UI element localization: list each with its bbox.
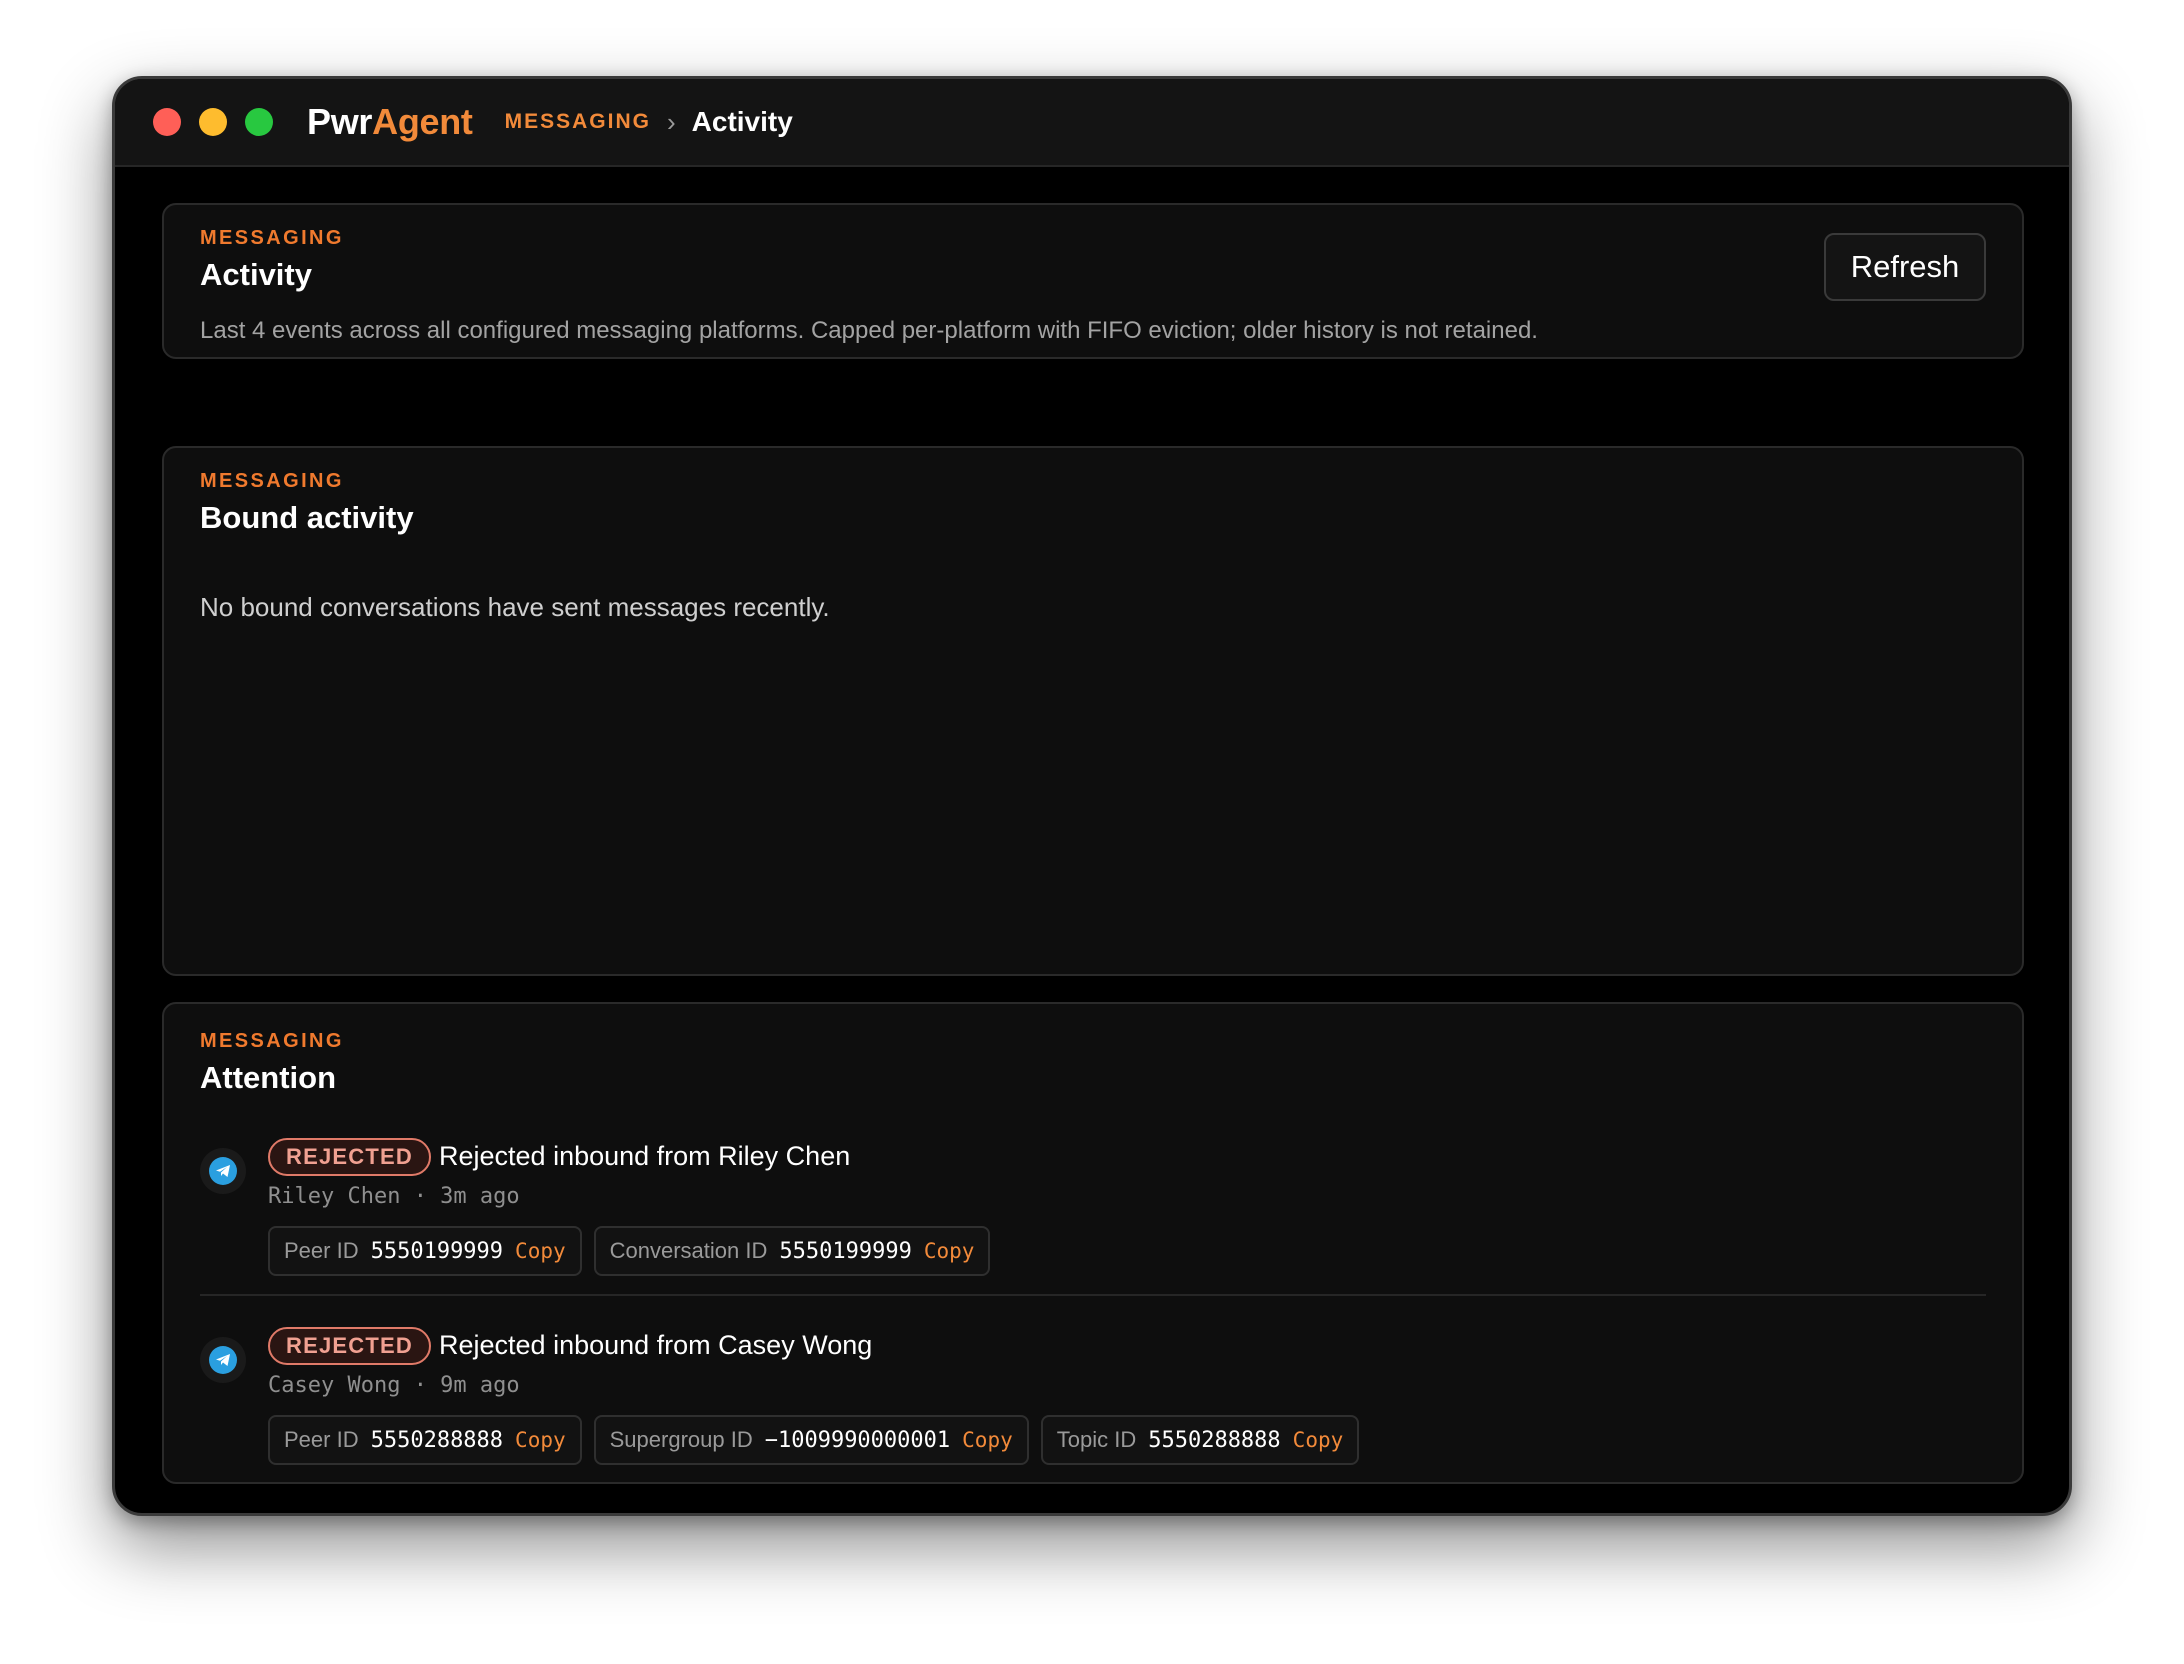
- chip-value: 5550288888: [1148, 1427, 1281, 1453]
- list-item: REJECTED Rejected inbound from Casey Won…: [200, 1327, 1986, 1477]
- chip-value: 5550199999: [370, 1238, 504, 1264]
- window-controls: [153, 108, 273, 136]
- bound-title: Bound activity: [200, 500, 414, 535]
- brand-prefix: Pwr: [307, 101, 373, 142]
- copy-button[interactable]: Copy: [924, 1239, 975, 1263]
- activity-title: Activity: [200, 257, 312, 292]
- activity-card: MESSAGING Activity Refresh Last 4 events…: [162, 203, 2024, 359]
- conversation-id-chip: Conversation ID 5550199999 Copy: [593, 1226, 991, 1276]
- chip-label: Topic ID: [1056, 1427, 1137, 1452]
- refresh-button[interactable]: Refresh: [1824, 233, 1986, 301]
- telegram-icon: [200, 1337, 246, 1383]
- id-chips: Peer ID 5550288888 Copy Supergroup ID −1…: [268, 1415, 1360, 1465]
- attention-eyebrow: MESSAGING: [200, 1030, 344, 1052]
- title-bar: PwrAgent MESSAGING › Activity: [115, 79, 2069, 167]
- chip-value: 5550288888: [370, 1427, 504, 1453]
- topic-id-chip: Topic ID 5550288888 Copy: [1040, 1415, 1360, 1465]
- event-meta: Casey Wong · 9m ago: [268, 1373, 520, 1398]
- copy-button[interactable]: Copy: [515, 1428, 566, 1452]
- id-chips: Peer ID 5550199999 Copy Conversation ID …: [268, 1226, 991, 1276]
- app-window: PwrAgent MESSAGING › Activity MESSAGING …: [112, 76, 2072, 1516]
- chip-label: Conversation ID: [609, 1238, 768, 1263]
- copy-button[interactable]: Copy: [515, 1239, 566, 1263]
- app-logo: PwrAgent: [307, 101, 473, 143]
- attention-title: Attention: [200, 1060, 337, 1095]
- bound-activity-card: MESSAGING Bound activity No bound conver…: [162, 446, 2024, 976]
- brand-accent: Agent: [372, 101, 473, 142]
- bound-eyebrow: MESSAGING: [200, 470, 344, 492]
- copy-button[interactable]: Copy: [962, 1428, 1013, 1452]
- copy-button[interactable]: Copy: [1293, 1428, 1344, 1452]
- activity-description: Last 4 events across all configured mess…: [200, 317, 1538, 344]
- zoom-window-button[interactable]: [245, 108, 273, 136]
- status-badge: REJECTED: [268, 1138, 431, 1176]
- peer-id-chip: Peer ID 5550288888 Copy: [268, 1415, 582, 1465]
- event-title: Rejected inbound from Casey Wong: [439, 1330, 873, 1360]
- supergroup-id-chip: Supergroup ID −1009990000001 Copy: [593, 1415, 1029, 1465]
- list-item: REJECTED Rejected inbound from Riley Che…: [200, 1138, 1986, 1288]
- chip-value: 5550199999: [779, 1238, 912, 1264]
- chip-label: Peer ID: [284, 1238, 359, 1263]
- chip-label: Supergroup ID: [609, 1427, 753, 1452]
- bound-empty-state: No bound conversations have sent message…: [200, 592, 830, 622]
- attention-card: MESSAGING Attention REJECTED Rejected in…: [162, 1002, 2024, 1484]
- activity-eyebrow: MESSAGING: [200, 227, 344, 249]
- telegram-icon: [200, 1148, 246, 1194]
- event-meta: Riley Chen · 3m ago: [268, 1184, 520, 1209]
- minimize-window-button[interactable]: [199, 108, 227, 136]
- peer-id-chip: Peer ID 5550199999 Copy: [268, 1226, 582, 1276]
- close-window-button[interactable]: [153, 108, 181, 136]
- breadcrumb-section[interactable]: MESSAGING: [505, 110, 651, 134]
- event-divider: [200, 1294, 1986, 1296]
- breadcrumb-separator: ›: [666, 106, 676, 137]
- event-title: Rejected inbound from Riley Chen: [439, 1141, 851, 1171]
- chip-label: Peer ID: [284, 1427, 359, 1452]
- breadcrumb-current: Activity: [691, 106, 793, 137]
- chip-value: −1009990000001: [764, 1427, 951, 1453]
- status-badge: REJECTED: [268, 1327, 431, 1365]
